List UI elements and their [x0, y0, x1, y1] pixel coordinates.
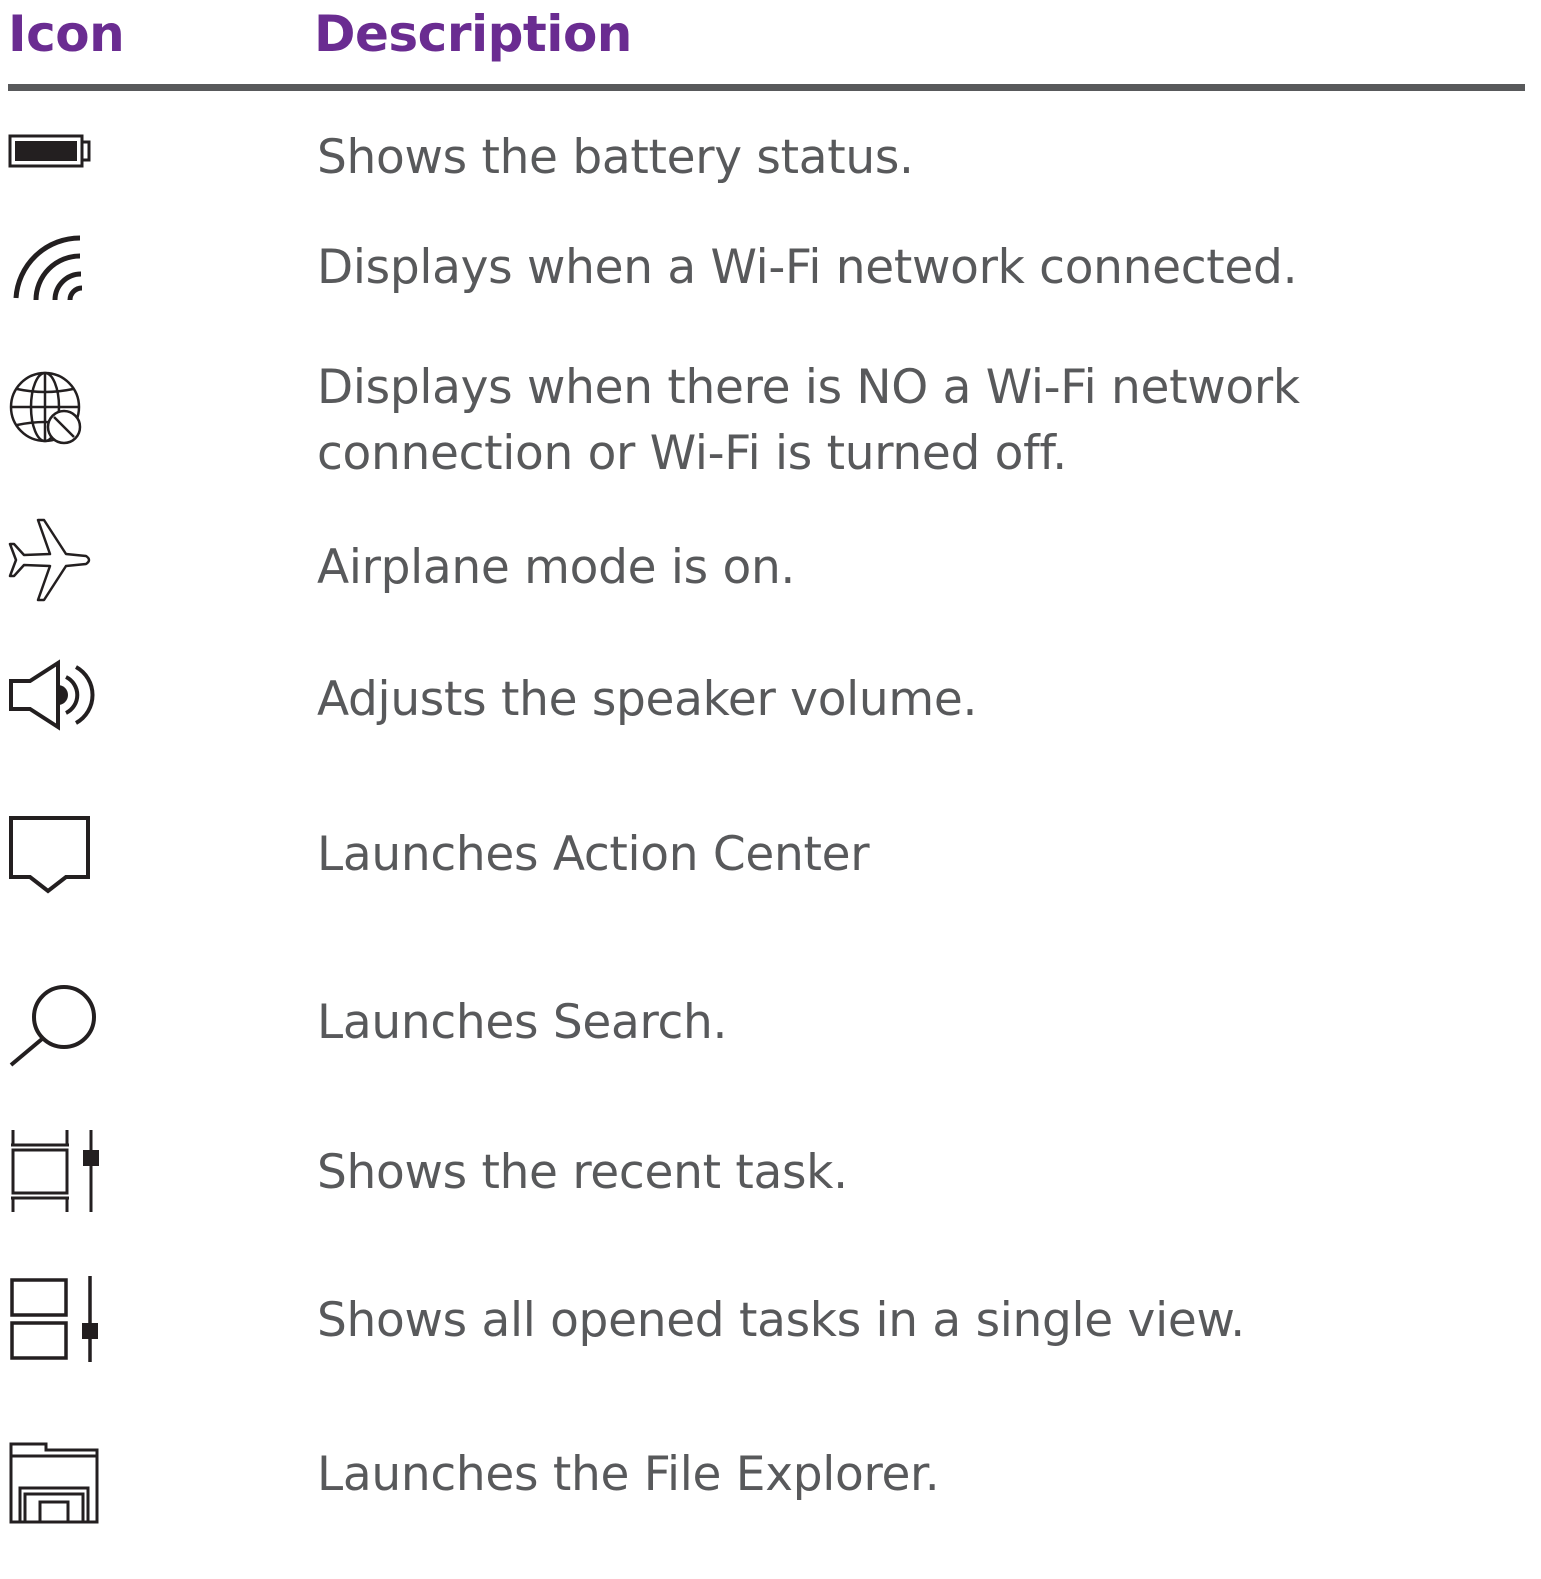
description-line: Airplane mode is on.: [317, 540, 796, 595]
row-description: Shows the battery status.: [317, 125, 1497, 191]
description-line: connection or Wi-Fi is turned off.: [317, 426, 1067, 481]
description-line: Launches Search.: [317, 995, 728, 1050]
description-line: Shows the battery status.: [317, 130, 914, 185]
row-description: Launches the File Explorer.: [317, 1442, 1497, 1508]
description-column-header: Description: [314, 5, 632, 63]
header-divider: [8, 84, 1525, 91]
row-description: Launches Search.: [317, 990, 1497, 1056]
row-description: Displays when a Wi-Fi network connected.: [317, 235, 1497, 301]
table-row: Shows the recent task.: [0, 1120, 1541, 1220]
description-line: Shows all opened tasks in a single view.: [317, 1293, 1245, 1348]
description-line: Shows the recent task.: [317, 1145, 848, 1200]
description-line: Displays when there is NO a Wi-Fi networ…: [317, 360, 1300, 415]
row-description: Displays when there is NO a Wi-Fi networ…: [317, 355, 1497, 487]
description-line: Launches the File Explorer.: [317, 1447, 940, 1502]
row-description: Shows the recent task.: [317, 1140, 1497, 1206]
description-line: Displays when a Wi-Fi network connected.: [317, 240, 1298, 295]
table-row: Adjusts the speaker volume.: [0, 655, 1541, 755]
description-line: Adjusts the speaker volume.: [317, 672, 978, 727]
description-line: Launches Action Center: [317, 827, 870, 882]
row-description: Airplane mode is on.: [317, 535, 1497, 601]
row-description: Launches Action Center: [317, 822, 1497, 888]
table-row: Launches Search.: [0, 975, 1541, 1075]
table-row: Shows all opened tasks in a single view.: [0, 1270, 1541, 1370]
table-row: Shows the battery status.: [0, 120, 1541, 210]
table-row: Launches Action Center: [0, 805, 1541, 905]
table-row: Displays when there is NO a Wi-Fi networ…: [0, 355, 1541, 490]
row-description: Shows all opened tasks in a single view.: [317, 1288, 1497, 1354]
table-row: Displays when a Wi-Fi network connected.: [0, 230, 1541, 320]
table-header: Icon Description: [0, 0, 1541, 92]
table-row: Airplane mode is on.: [0, 510, 1541, 620]
row-description: Adjusts the speaker volume.: [317, 667, 1497, 733]
icon-column-header: Icon: [8, 5, 125, 63]
table-row: Launches the File Explorer.: [0, 1430, 1541, 1540]
